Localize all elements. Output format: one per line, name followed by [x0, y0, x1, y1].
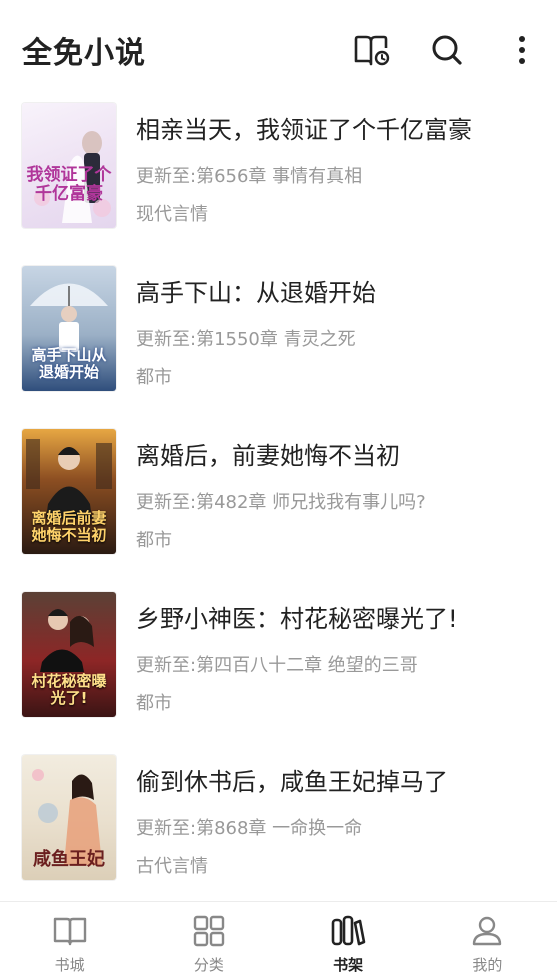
book-genre: 都市: [136, 367, 172, 388]
tab-bookshelf[interactable]: 书架: [279, 902, 418, 979]
tab-label: 分类: [193, 956, 224, 974]
book-update: 更新至:第868章 一命换一命: [136, 818, 363, 839]
cover-title: 咸鱼王妃: [33, 849, 105, 870]
app-title: 全免小说: [22, 36, 146, 71]
app-header: 全免小说: [0, 0, 557, 100]
grid-icon: [191, 914, 227, 948]
book-cover[interactable]: 咸鱼王妃: [22, 755, 116, 880]
tab-label: 书城: [54, 956, 85, 974]
list-item[interactable]: 离婚后前妻她悔不当初 离婚后，前妻她悔不当初 更新至:第482章 师兄找我有事儿…: [0, 426, 557, 589]
book-update: 更新至:第四百八十二章 绝望的三哥: [136, 655, 418, 676]
book-title[interactable]: 离婚后，前妻她悔不当初: [136, 436, 400, 471]
book-title[interactable]: 乡野小神医：村花秘密曝光了!: [136, 599, 458, 634]
user-icon: [469, 914, 505, 948]
book-genre: 现代言情: [136, 204, 208, 225]
list-item[interactable]: 高手下山从退婚开始 高手下山：从退婚开始 更新至:第1550章 青灵之死 都市: [0, 263, 557, 426]
list-item[interactable]: 咸鱼王妃 偷到休书后，咸鱼王妃掉马了 更新至:第868章 一命换一命 古代言情: [0, 752, 557, 915]
bookshelf-history-icon[interactable]: [351, 30, 391, 70]
book-update: 更新至:第482章 师兄找我有事儿吗?: [136, 492, 426, 513]
book-update: 更新至:第656章 事情有真相: [136, 166, 363, 187]
book-cover[interactable]: 村花秘密曝光了!: [22, 592, 116, 717]
book-cover[interactable]: 高手下山从退婚开始: [22, 266, 116, 391]
list-item[interactable]: 村花秘密曝光了! 乡野小神医：村花秘密曝光了! 更新至:第四百八十二章 绝望的三…: [0, 589, 557, 752]
book-title[interactable]: 偷到休书后，咸鱼王妃掉马了: [136, 762, 448, 797]
bookshelf-icon: [330, 914, 366, 948]
cover-title: 离婚后前妻她悔不当初: [31, 509, 107, 544]
search-icon[interactable]: [427, 30, 467, 70]
tab-category[interactable]: 分类: [139, 902, 278, 979]
book-update: 更新至:第1550章 青灵之死: [136, 329, 356, 350]
tab-label: 书架: [333, 956, 364, 974]
book-list: 我领证了个千亿富豪 相亲当天，我领证了个千亿富豪 更新至:第656章 事情有真相…: [0, 100, 557, 915]
bottom-tab-bar: 书城 分类 书架 我的: [0, 901, 557, 979]
book-title[interactable]: 相亲当天，我领证了个千亿富豪: [136, 110, 472, 145]
book-genre: 古代言情: [136, 856, 208, 877]
book-title[interactable]: 高手下山：从退婚开始: [136, 273, 376, 308]
tab-profile[interactable]: 我的: [418, 902, 557, 979]
book-open-icon: [52, 914, 88, 948]
more-vertical-icon[interactable]: [502, 30, 542, 70]
cover-title: 高手下山从退婚开始: [31, 346, 107, 381]
book-cover[interactable]: 我领证了个千亿富豪: [22, 103, 116, 228]
book-genre: 都市: [136, 530, 172, 551]
tab-label: 我的: [472, 956, 503, 974]
book-genre: 都市: [136, 693, 172, 714]
cover-title: 村花秘密曝光了!: [31, 672, 107, 707]
cover-title: 我领证了个千亿富豪: [26, 165, 112, 204]
book-cover[interactable]: 离婚后前妻她悔不当初: [22, 429, 116, 554]
tab-bookstore[interactable]: 书城: [0, 902, 139, 979]
list-item[interactable]: 我领证了个千亿富豪 相亲当天，我领证了个千亿富豪 更新至:第656章 事情有真相…: [0, 100, 557, 263]
